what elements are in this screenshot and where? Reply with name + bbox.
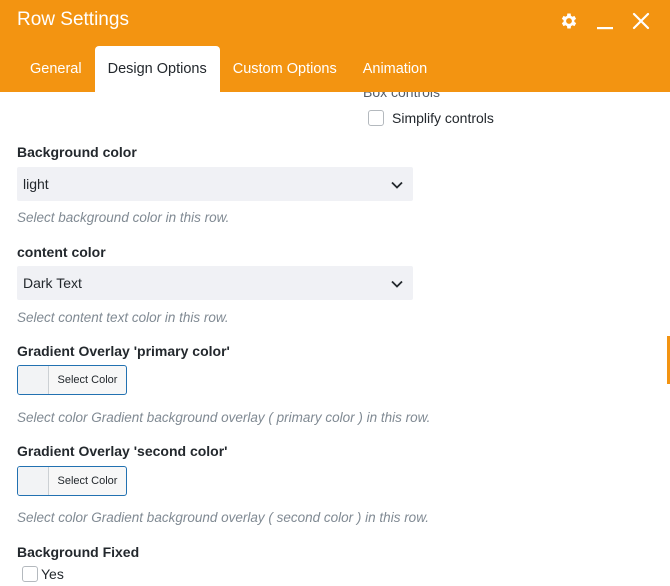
content-color-select[interactable]: Dark Text [17,266,413,300]
tab-general[interactable]: General [17,46,95,92]
settings-panel[interactable]: Box controls Simplify controls Backgroun… [0,92,670,586]
background-color-help: Select background color in this row. [17,210,230,225]
simplify-controls-label: Simplify controls [392,110,494,126]
simplify-controls-option[interactable]: Simplify controls [368,110,494,126]
background-fixed-yes-label: Yes [41,566,64,582]
background-fixed-option[interactable]: Yes [22,566,64,582]
background-fixed-label: Background Fixed [17,544,140,560]
background-color-select[interactable]: light [17,167,413,201]
background-color-value: light [23,176,49,192]
color-swatch [18,366,49,394]
select-color-label: Select Color [57,374,118,386]
gradient-primary-label: Gradient Overlay 'primary color' [17,343,230,359]
close-icon[interactable] [630,10,652,32]
tab-custom-options[interactable]: Custom Options [220,46,350,92]
content-color-help: Select content text color in this row. [17,310,229,325]
tab-design-options[interactable]: Design Options [94,46,220,92]
content-color-value: Dark Text [23,275,82,291]
content-color-label: content color [17,244,106,260]
background-fixed-checkbox[interactable] [22,566,38,582]
chevron-down-icon [391,275,403,291]
simplify-controls-checkbox[interactable] [368,110,384,126]
tab-bar: General Design Options Custom Options An… [17,46,440,92]
window-title: Row Settings [17,9,129,30]
minimize-icon[interactable] [594,10,616,32]
background-color-label: Background color [17,144,137,160]
gradient-primary-help: Select color Gradient background overlay… [17,410,431,425]
gradient-second-help: Select color Gradient background overlay… [17,510,429,525]
color-swatch [18,467,49,495]
gradient-second-color-button[interactable]: Select Color [17,466,127,496]
gear-icon[interactable] [558,10,580,32]
tab-animation[interactable]: Animation [350,46,440,92]
box-controls-label: Box controls [363,92,441,100]
header-controls [558,10,652,32]
select-color-label: Select Color [57,475,118,487]
gradient-primary-color-button[interactable]: Select Color [17,365,127,395]
gradient-second-label: Gradient Overlay 'second color' [17,443,228,459]
modal-header: Row Settings General Design Options Cust… [0,0,670,92]
chevron-down-icon [391,176,403,192]
